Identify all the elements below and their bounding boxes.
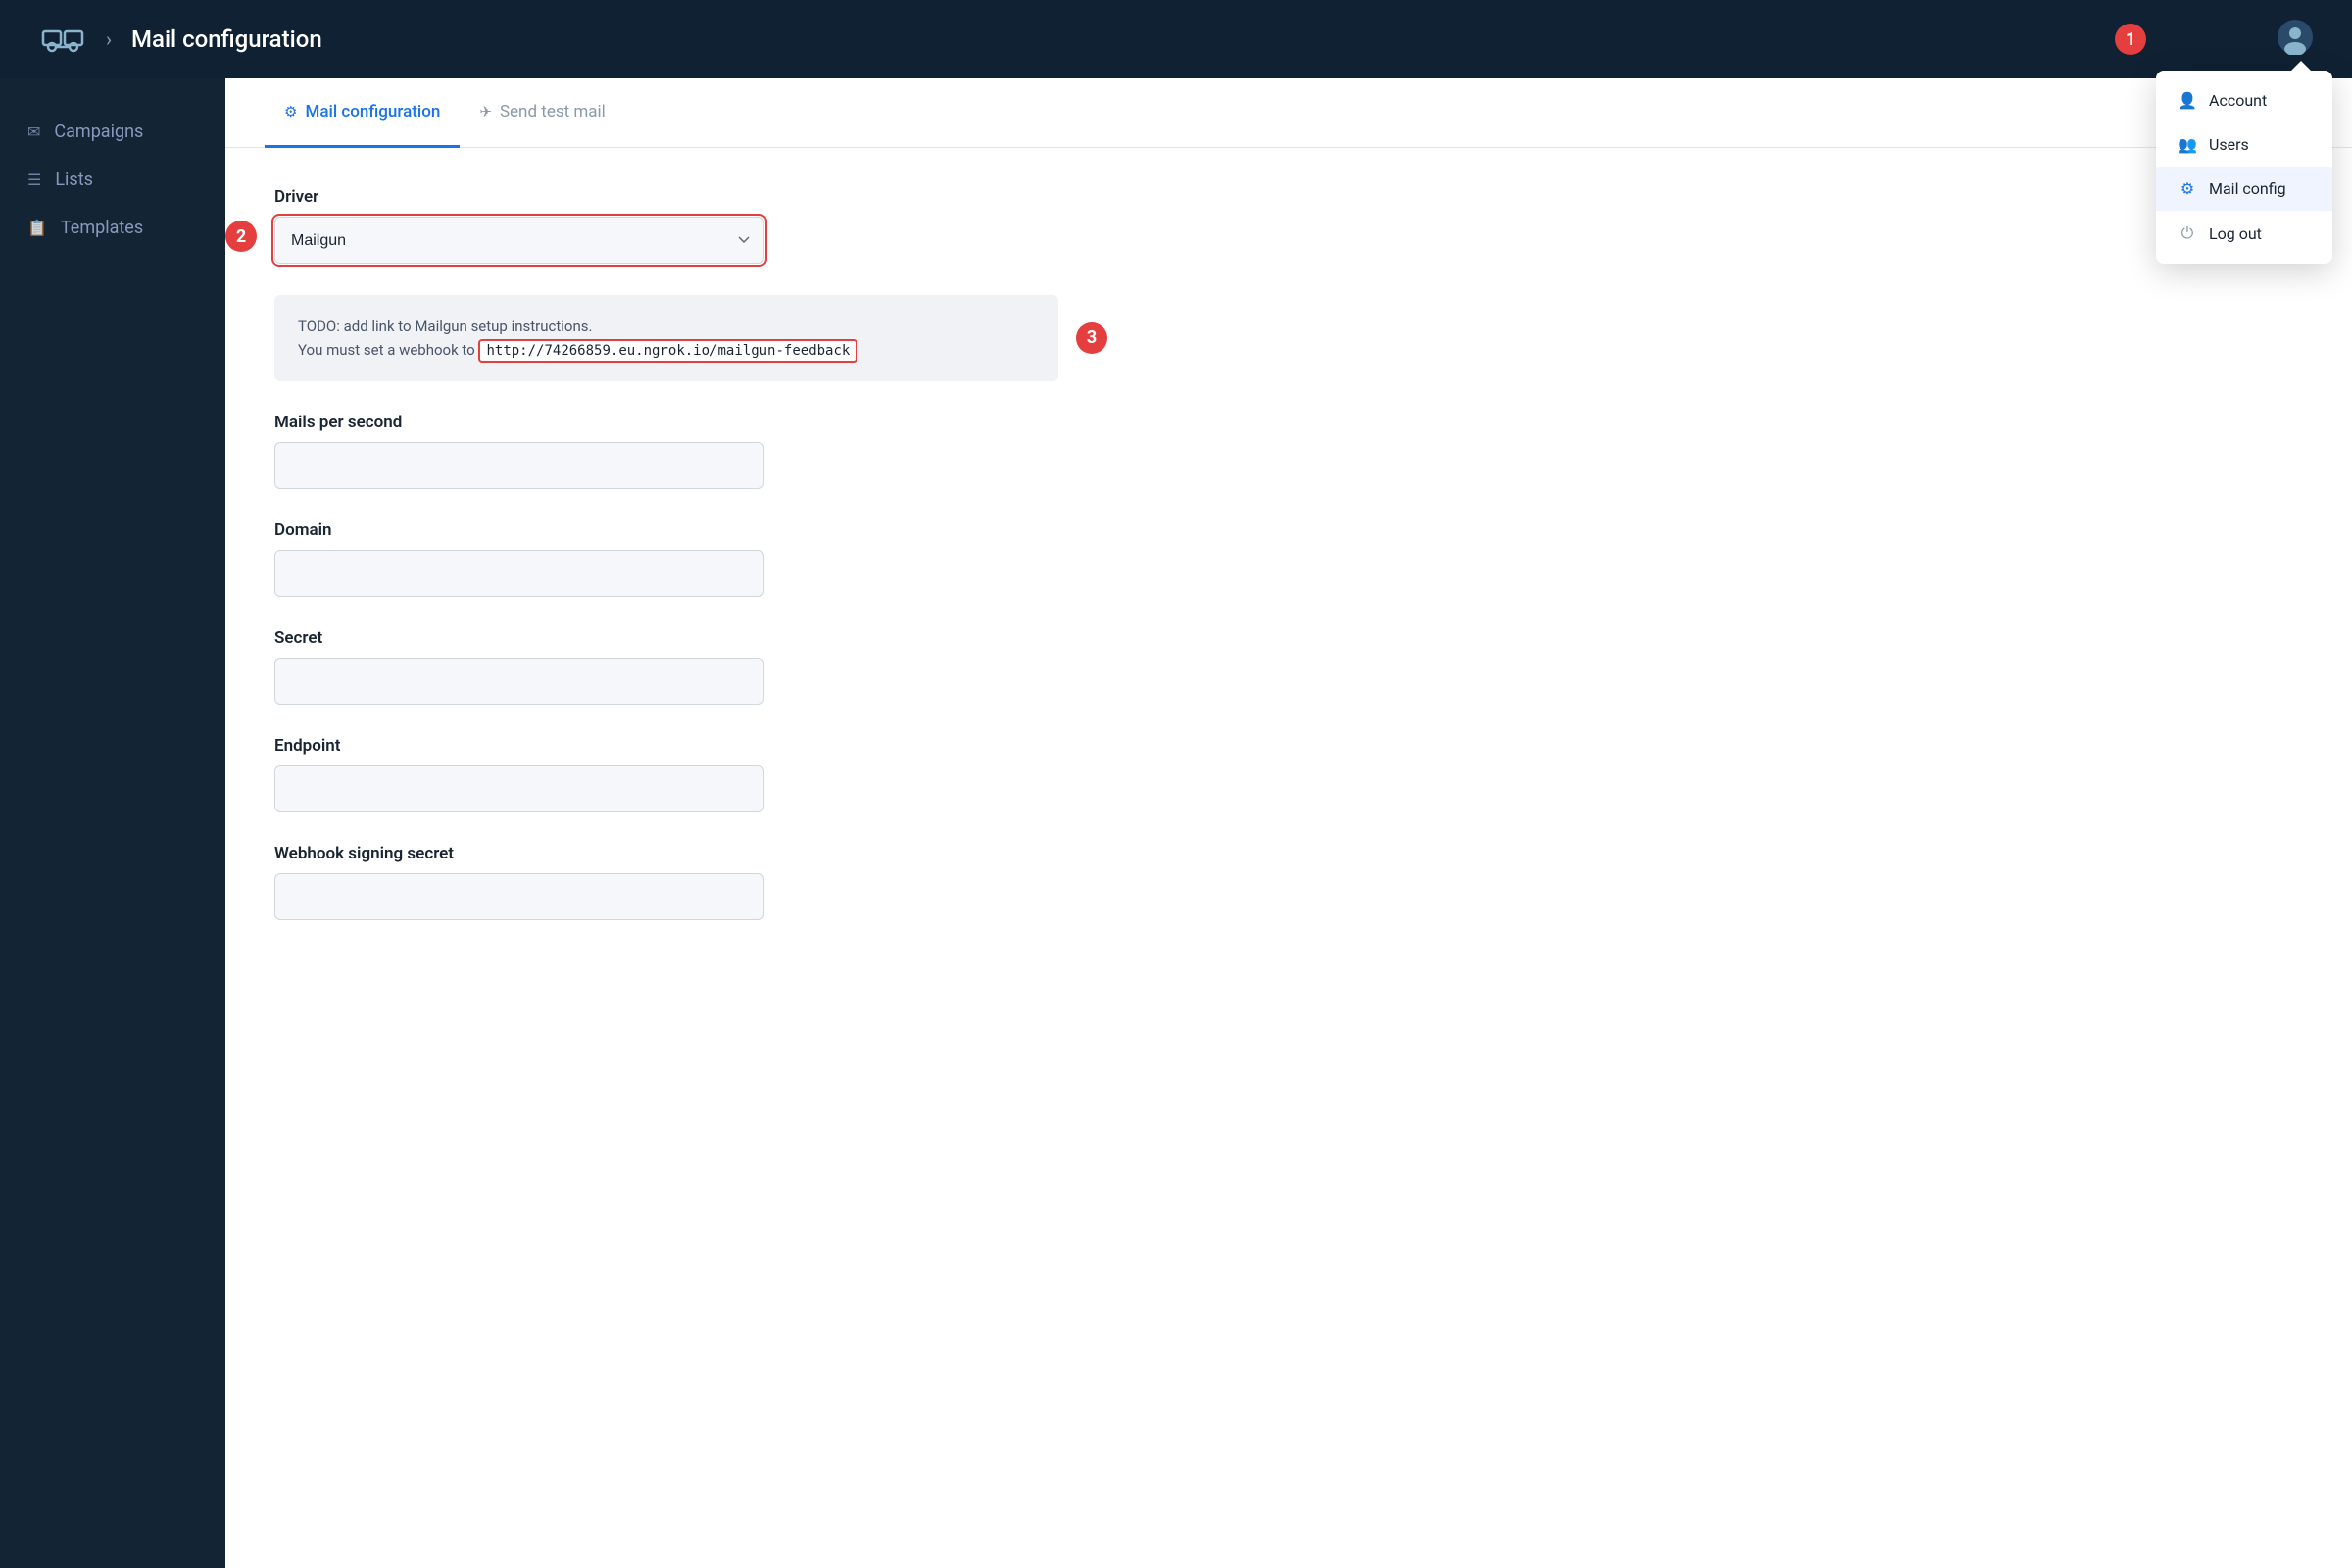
mails-per-second-input[interactable] — [274, 442, 764, 489]
navbar-brand: › Mail configuration — [39, 16, 322, 63]
breadcrumb-chevron: › — [106, 27, 112, 51]
secret-input[interactable] — [274, 658, 764, 705]
user-dropdown-menu: 👤 Account 👥 Users ⚙ Mail config ⏻ Log ou… — [2156, 71, 2332, 264]
webhook-signing-secret-label: Webhook signing secret — [274, 844, 1058, 863]
secret-label: Secret — [274, 628, 1058, 648]
info-box: TODO: add link to Mailgun setup instruct… — [274, 295, 1058, 381]
tab-mail-configuration[interactable]: ⚙ Mail configuration — [265, 78, 460, 148]
app-logo — [39, 16, 86, 63]
tab-send-test-mail[interactable]: ✈ Send test mail — [460, 78, 624, 148]
mails-per-second-group: Mails per second — [274, 413, 1058, 489]
dropdown-item-mail-config[interactable]: ⚙ Mail config — [2156, 167, 2332, 211]
power-icon: ⏻ — [2178, 223, 2197, 243]
webhook-signing-secret-group: Webhook signing secret — [274, 844, 1058, 920]
tab-send-icon: ✈ — [479, 103, 492, 121]
sidebar-item-lists[interactable]: ☰ Lists — [0, 156, 225, 204]
endpoint-input[interactable] — [274, 765, 764, 812]
user-avatar-button[interactable] — [2278, 20, 2313, 59]
campaigns-icon: ✉ — [27, 122, 40, 141]
annotation-3: 3 — [1076, 322, 1107, 354]
dropdown-item-account[interactable]: 👤 Account — [2156, 78, 2332, 122]
app-layout: ✉ Campaigns ☰ Lists 📋 Templates ⚙ Mail c… — [0, 78, 2352, 1568]
endpoint-label: Endpoint — [274, 736, 1058, 756]
domain-input[interactable] — [274, 550, 764, 597]
info-text-line1: TODO: add link to Mailgun setup instruct… — [298, 315, 1035, 338]
form-area: Driver Mailgun SMTP Sendgrid 2 TODO: a — [225, 148, 1107, 991]
tab-bar: ⚙ Mail configuration ✈ Send test mail — [225, 78, 2352, 148]
tab-gear-icon: ⚙ — [284, 103, 297, 121]
templates-icon: 📋 — [27, 219, 47, 237]
annotation-1: 1 — [2115, 24, 2146, 55]
domain-label: Domain — [274, 520, 1058, 540]
driver-select-wrapper: Mailgun SMTP Sendgrid — [274, 217, 764, 264]
account-icon: 👤 — [2178, 91, 2197, 110]
info-text-line2: You must set a webhook to http://7426685… — [298, 338, 1035, 362]
gear-icon: ⚙ — [2178, 179, 2197, 198]
driver-group: Driver Mailgun SMTP Sendgrid 2 — [274, 187, 1058, 264]
webhook-signing-secret-input[interactable] — [274, 873, 764, 920]
page-title: Mail configuration — [131, 25, 322, 53]
lists-icon: ☰ — [27, 171, 41, 189]
sidebar-item-templates[interactable]: 📋 Templates — [0, 204, 225, 252]
navbar: › Mail configuration 👤 Account 👥 Users ⚙… — [0, 0, 2352, 78]
dropdown-item-users[interactable]: 👥 Users — [2156, 122, 2332, 167]
sidebar: ✉ Campaigns ☰ Lists 📋 Templates — [0, 78, 225, 1568]
endpoint-group: Endpoint — [274, 736, 1058, 812]
users-icon: 👥 — [2178, 135, 2197, 154]
annotation-2: 2 — [225, 220, 257, 252]
main-content: ⚙ Mail configuration ✈ Send test mail Dr… — [225, 78, 2352, 1568]
driver-label: Driver — [274, 187, 1058, 207]
sidebar-item-campaigns[interactable]: ✉ Campaigns — [0, 108, 225, 156]
content-card: ⚙ Mail configuration ✈ Send test mail Dr… — [225, 78, 2352, 1568]
driver-select[interactable]: Mailgun SMTP Sendgrid — [274, 217, 764, 264]
secret-group: Secret — [274, 628, 1058, 705]
mails-per-second-label: Mails per second — [274, 413, 1058, 432]
dropdown-item-logout[interactable]: ⏻ Log out — [2156, 211, 2332, 256]
domain-group: Domain — [274, 520, 1058, 597]
webhook-url: http://74266859.eu.ngrok.io/mailgun-feed… — [478, 339, 858, 363]
